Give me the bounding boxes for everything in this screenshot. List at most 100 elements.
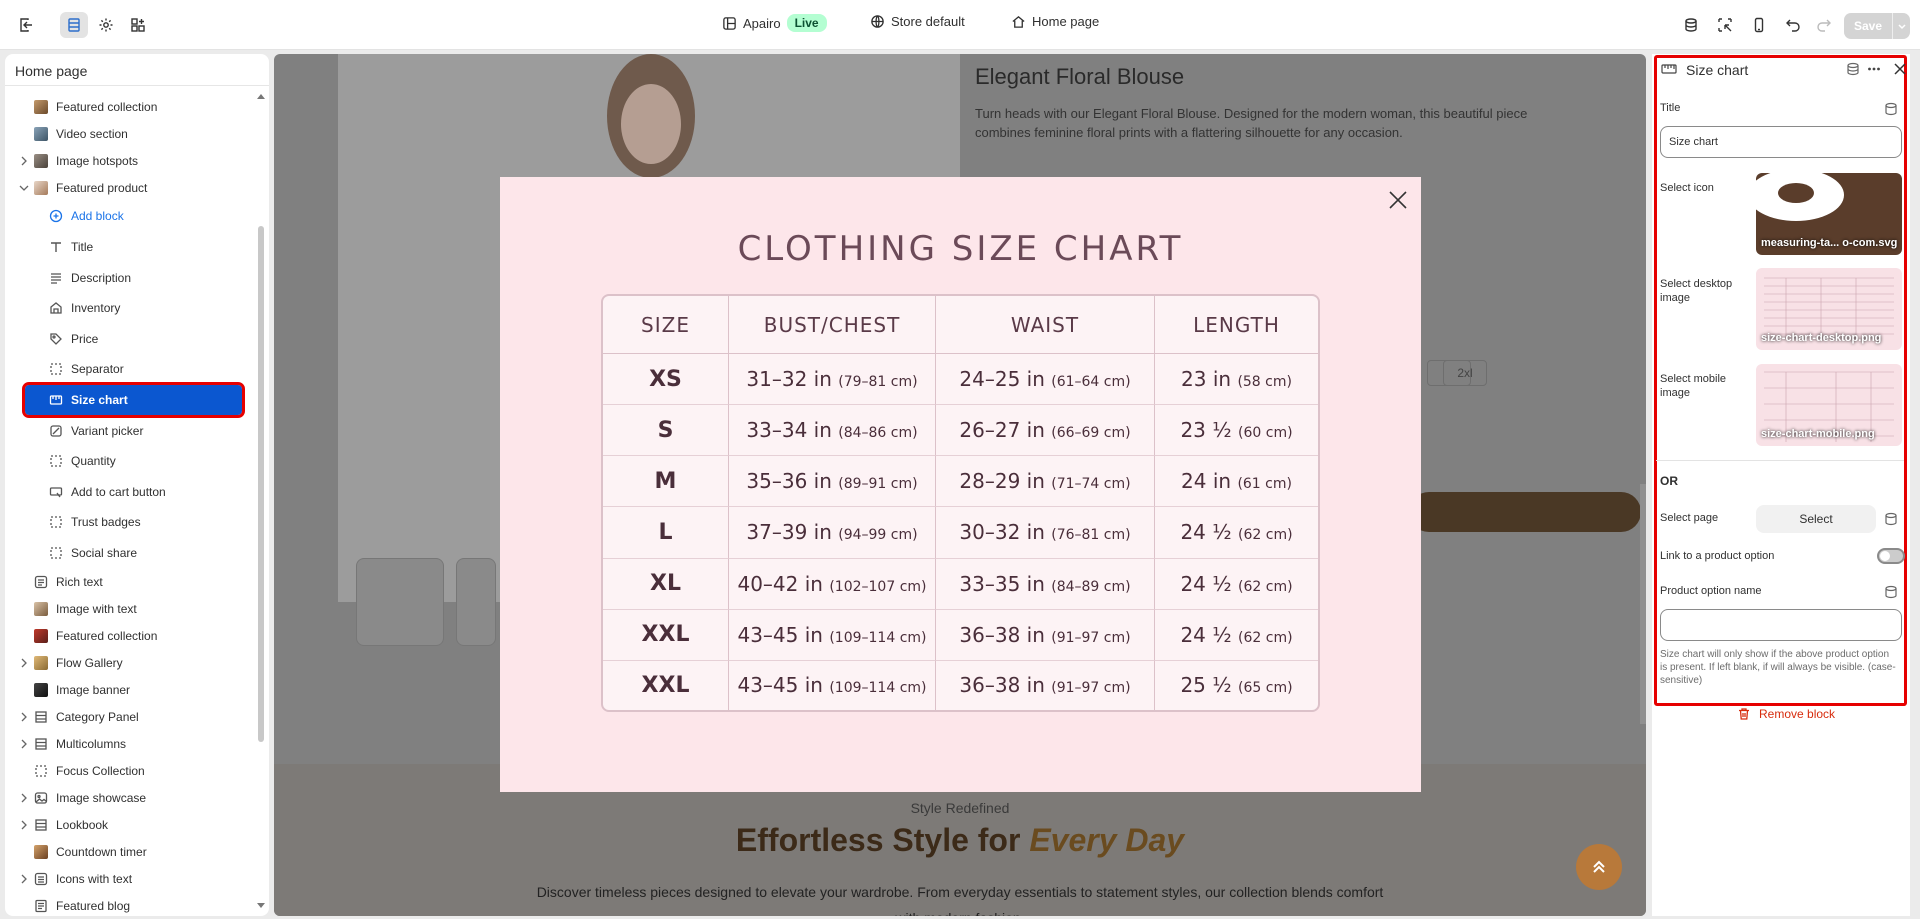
- select-page-button[interactable]: Select: [1756, 505, 1876, 533]
- sidebar-item-featured-collection[interactable]: Featured collection: [34, 94, 157, 120]
- chevron-right-icon[interactable]: [19, 739, 29, 749]
- mobile-preview-icon[interactable]: [1745, 12, 1773, 38]
- dynamic-source-icon[interactable]: [1884, 512, 1898, 526]
- sidebar-item-icons-with-text[interactable]: Icons with text: [0, 866, 260, 892]
- product-thumbnail[interactable]: [356, 558, 444, 646]
- block-item-social-share[interactable]: Social share: [49, 540, 137, 566]
- sidebar-item-flow-gallery[interactable]: Flow Gallery: [0, 650, 260, 676]
- apps-icon[interactable]: [124, 12, 152, 38]
- store-name: Apairo: [743, 15, 781, 31]
- sidebar-item-featured-blog[interactable]: Featured blog: [34, 893, 130, 919]
- scroll-to-top-button[interactable]: [1576, 844, 1622, 890]
- undo-icon[interactable]: [1779, 12, 1807, 38]
- add-block-label: Add block: [71, 209, 124, 223]
- sidebar-item-featured-collection-2[interactable]: Featured collection: [34, 623, 157, 649]
- block-item-size-chart[interactable]: Size chart: [22, 382, 245, 418]
- store-selector[interactable]: Apairo Live: [722, 14, 827, 32]
- block-item-label: Quantity: [71, 454, 116, 468]
- block-item-description[interactable]: Description: [49, 265, 131, 291]
- sidebar-item-label: Category Panel: [56, 710, 139, 724]
- scroll-down-icon[interactable]: [256, 902, 266, 910]
- section-thumbnail: [34, 181, 48, 195]
- sidebar-item-image-showcase[interactable]: Image showcase: [0, 785, 260, 811]
- sidebar-item-focus-collection[interactable]: Focus Collection: [34, 758, 145, 784]
- sidebar-item-multicolumns[interactable]: Multicolumns: [0, 731, 260, 757]
- icon-picker[interactable]: measuring-ta... o-com.svg: [1756, 173, 1902, 255]
- database-icon[interactable]: [1677, 12, 1705, 38]
- chevron-right-icon[interactable]: [19, 874, 29, 884]
- sections-icon[interactable]: [60, 12, 88, 38]
- sidebar-item-video-section[interactable]: Video section: [34, 121, 128, 147]
- sidebar-item-label: Image with text: [56, 602, 137, 616]
- top-bar: Apairo Live Store default Home page Save: [0, 0, 1920, 50]
- link-option-toggle[interactable]: [1877, 548, 1905, 564]
- inch-value: 43–45 in: [737, 673, 823, 698]
- block-item-quantity[interactable]: Quantity: [49, 448, 116, 474]
- desktop-image-picker[interactable]: size-chart-desktop.png: [1756, 268, 1902, 350]
- chevron-right-icon[interactable]: [19, 156, 29, 166]
- section-heading: Effortless Style for Every Day: [274, 822, 1646, 859]
- exit-icon[interactable]: [12, 12, 40, 38]
- theme-selector[interactable]: Store default: [870, 14, 965, 29]
- dynamic-source-icon[interactable]: [1884, 585, 1898, 599]
- remove-block-button[interactable]: Remove block: [1737, 707, 1835, 721]
- inch-value: 37–39 in: [746, 520, 832, 545]
- product-title: Elegant Floral Blouse: [975, 64, 1185, 89]
- block-item-inventory[interactable]: Inventory: [49, 295, 120, 321]
- cm-value: (61–64 cm): [1051, 374, 1131, 391]
- product-thumbnail[interactable]: [456, 558, 496, 646]
- measurement-cell: 28–29 in (71–74 cm): [936, 456, 1155, 508]
- block-item-trust-badges[interactable]: Trust badges: [49, 509, 141, 535]
- more-options-icon[interactable]: [1867, 62, 1881, 76]
- cm-value: (91–97 cm): [1051, 680, 1131, 697]
- sidebar-item-image-with-text[interactable]: Image with text: [34, 596, 137, 622]
- table-row: XS 31–32 in (79–81 cm) 24–25 in (61–64 cm)…: [603, 354, 1318, 406]
- section-thumbnail: [34, 656, 48, 670]
- table-row: S 33–34 in (84–86 cm) 26–27 in (66–69 cm) 2…: [603, 405, 1318, 457]
- block-item-separator[interactable]: Separator: [49, 356, 124, 382]
- measurement-cell: 35–36 in (89–91 cm): [729, 456, 936, 508]
- size-cell: XXL: [603, 609, 729, 661]
- save-button[interactable]: Save: [1844, 19, 1892, 33]
- sidebar-item-image-hotspots[interactable]: Image hotspots: [0, 148, 260, 174]
- sidebar-item-image-banner[interactable]: Image banner: [34, 677, 130, 703]
- sidebar-item-label: Lookbook: [56, 818, 109, 832]
- save-options-chevron-icon[interactable]: [1892, 13, 1910, 39]
- add-block-button[interactable]: Add block: [49, 203, 124, 229]
- sidebar-item-category-panel[interactable]: Category Panel: [0, 704, 260, 730]
- section-subheading: Style Redefined: [910, 800, 1010, 816]
- scroll-up-icon[interactable]: [256, 92, 266, 100]
- close-icon[interactable]: [1385, 187, 1411, 213]
- desktop-image-label: Select desktop image: [1660, 278, 1733, 304]
- sidebar-item-featured-product[interactable]: Featured product: [0, 175, 260, 201]
- size-option-2xl[interactable]: 2xl: [1443, 360, 1487, 386]
- database-icon[interactable]: [1846, 62, 1860, 76]
- image-icon: [34, 791, 48, 805]
- block-item-variant-picker[interactable]: Variant picker: [49, 418, 143, 444]
- chevron-right-icon[interactable]: [19, 658, 29, 668]
- sidebar-item-lookbook[interactable]: Lookbook: [0, 812, 260, 838]
- chevron-down-icon[interactable]: [19, 183, 29, 193]
- redo-icon[interactable]: [1810, 12, 1838, 38]
- cm-value: (62 cm): [1238, 578, 1293, 595]
- sidebar-item-rich-text[interactable]: Rich text: [34, 569, 103, 595]
- title-input[interactable]: Size chart: [1660, 126, 1902, 158]
- inspector-icon[interactable]: [1711, 12, 1739, 38]
- block-item-add-to-cart[interactable]: Add to cart button: [49, 479, 166, 505]
- page-selector[interactable]: Home page: [1011, 14, 1099, 29]
- chevron-right-icon[interactable]: [19, 712, 29, 722]
- sidebar-item-label: Image banner: [56, 683, 131, 697]
- sidebar-item-countdown-timer[interactable]: Countdown timer: [34, 839, 147, 865]
- block-item-label: Variant picker: [71, 424, 144, 438]
- settings-gear-icon[interactable]: [92, 12, 120, 38]
- add-to-cart-button[interactable]: [1409, 492, 1641, 532]
- close-panel-icon[interactable]: [1893, 62, 1907, 76]
- layout-icon: [34, 710, 48, 724]
- block-item-price[interactable]: Price: [49, 326, 98, 352]
- option-name-input[interactable]: [1660, 609, 1902, 641]
- chevron-right-icon[interactable]: [19, 820, 29, 830]
- mobile-image-picker[interactable]: size-chart-mobile.png: [1756, 364, 1902, 446]
- block-item-title[interactable]: Title: [49, 234, 93, 260]
- chevron-right-icon[interactable]: [19, 793, 29, 803]
- dynamic-source-icon[interactable]: [1884, 102, 1898, 116]
